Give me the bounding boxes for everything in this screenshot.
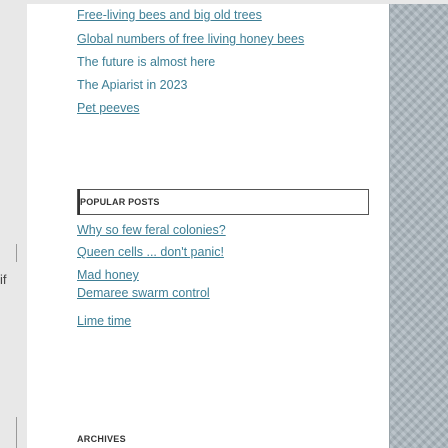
popular-post-link[interactable]: Demaree swarm control (77, 286, 210, 300)
popular-posts-header: POPULAR POSTS (77, 189, 369, 215)
sidebar-panel: Free-living bees and big old trees Globa… (27, 4, 448, 448)
popular-posts-heading: POPULAR POSTS (80, 197, 160, 207)
popular-post-link[interactable]: Mad honey (77, 268, 139, 282)
recent-post-link[interactable]: Global numbers of free living honey bees (77, 32, 304, 46)
popular-post-link[interactable]: Lime time (77, 314, 131, 328)
popular-post-link[interactable]: Queen cells ... don't panic! (77, 245, 224, 259)
left-gutter (0, 0, 27, 448)
left-divider (16, 417, 17, 448)
recent-post-link[interactable]: Free-living bees and big old trees (77, 8, 262, 22)
left-text-fragment: if (0, 272, 7, 287)
recent-post-link[interactable]: Pet peeves (77, 101, 140, 115)
recent-post-link[interactable]: The future is almost here (77, 55, 215, 69)
decorative-texture-panel (389, 4, 448, 448)
archives-heading: ARCHIVES (77, 434, 126, 444)
popular-post-link[interactable]: Why so few feral colonies? (77, 223, 226, 237)
recent-post-link[interactable]: The Apiarist in 2023 (77, 78, 188, 92)
left-divider (16, 244, 17, 262)
